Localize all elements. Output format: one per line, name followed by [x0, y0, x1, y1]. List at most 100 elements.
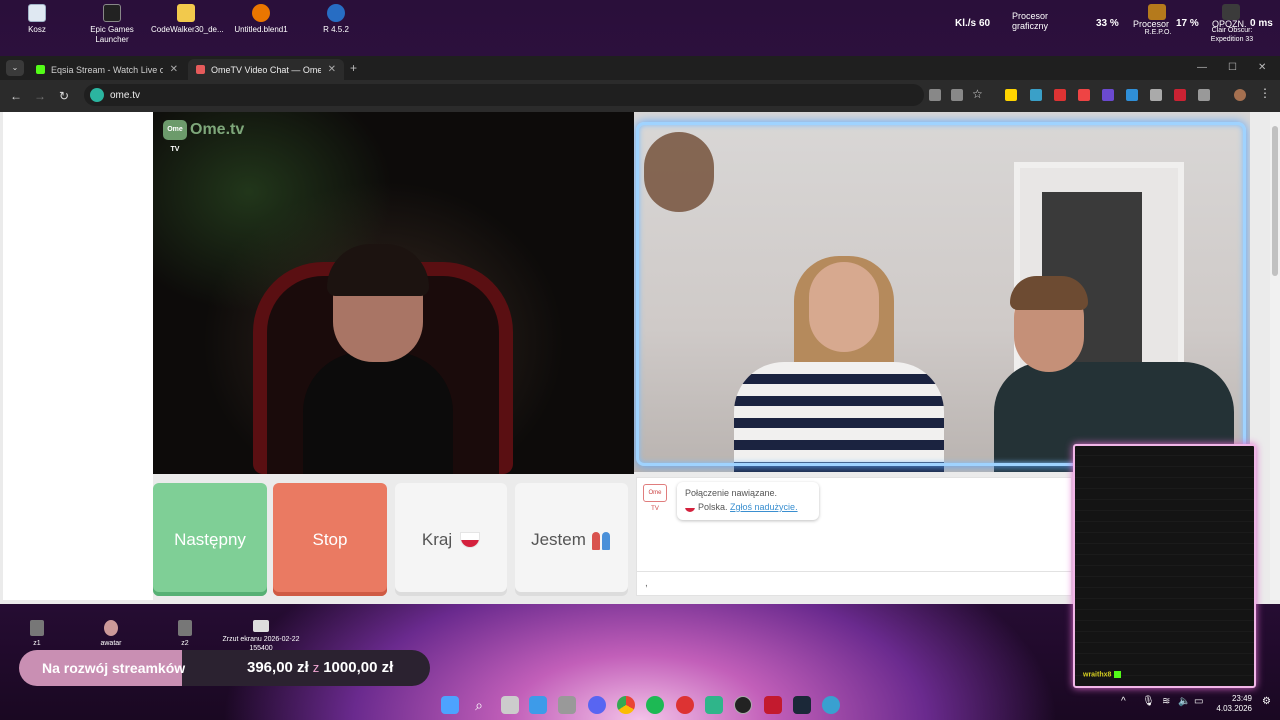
reload-icon[interactable]: ↻ [52, 89, 76, 103]
desktop-icon-epic[interactable]: Epic Games Launcher [77, 4, 147, 45]
stop-button[interactable]: Stop [273, 483, 387, 596]
local-video: Ome TV Ome.tv [153, 112, 634, 474]
extension-icon[interactable] [1005, 89, 1017, 101]
minimize-icon[interactable]: — [1197, 62, 1207, 73]
gender-label: Jestem [531, 529, 586, 549]
goal-label: Na rozwój streamków [42, 660, 186, 676]
forward-icon[interactable]: → [28, 89, 52, 103]
profile-avatar-icon[interactable] [1234, 89, 1246, 101]
menu-kebab-icon[interactable]: ⋮ [1259, 86, 1271, 100]
tray-overflow-icon[interactable]: ^ [1121, 697, 1126, 707]
scrollbar-thumb[interactable] [1272, 126, 1278, 276]
microphone-icon[interactable]: 🎙 [1142, 697, 1155, 707]
clair-obscur-label: Clair Obscur: Expedition 33 [1210, 27, 1254, 43]
new-tab-button[interactable]: + [350, 61, 357, 75]
image-icon [104, 620, 118, 636]
page-left-margin [3, 112, 153, 600]
tab-title: OmeTV Video Chat — Ome [211, 64, 321, 75]
next-button[interactable]: Następny [153, 483, 267, 596]
url-text: ome.tv [110, 89, 141, 101]
country-name: Polska. [698, 502, 728, 512]
page-scrollbar[interactable] [1270, 112, 1280, 600]
app-icon[interactable] [676, 696, 694, 714]
desktop-icon-blend[interactable]: Untitled.blend1 [226, 4, 296, 35]
streamer-figure [303, 244, 453, 474]
epic-games-icon [103, 4, 121, 22]
extension-icon[interactable] [1030, 89, 1042, 101]
clair-obscur-icon[interactable] [1222, 4, 1240, 20]
couple-icon [591, 530, 612, 550]
ometv-logo: Ome TV Ome.tv [163, 120, 245, 153]
poland-flag-icon [460, 531, 481, 548]
desktop-icon-z2[interactable]: z2 [145, 620, 225, 648]
desktop-icon-awatar[interactable]: awatar [71, 620, 151, 648]
close-tab-icon[interactable]: ✕ [328, 64, 336, 75]
gpu-label: Procesor graficzny [1012, 11, 1049, 31]
desktop-icon-label: awatar [100, 640, 122, 647]
tab-kick-stream[interactable]: Eqsia Stream - Watch Live on Ki ✕ [28, 59, 186, 80]
kick-icon [36, 65, 45, 74]
start-icon[interactable] [441, 696, 459, 714]
goal-current: 396,00 zł [247, 659, 309, 676]
desktop-icon-label: Epic Games Launcher [90, 25, 134, 44]
desktop-icon-label: Untitled.blend1 [234, 25, 288, 34]
kick-badge-icon [1114, 670, 1122, 678]
poland-flag-icon [685, 503, 695, 512]
spotify-icon[interactable] [646, 696, 664, 714]
logo-text: Ome.tv [190, 121, 245, 138]
report-abuse-link[interactable]: Zgłoś nadużycie. [730, 502, 798, 512]
streamer-torso [303, 352, 453, 474]
maximize-icon[interactable]: ☐ [1228, 62, 1237, 73]
widgets-icon[interactable] [529, 696, 547, 714]
cpu-value: 17 % [1176, 18, 1199, 29]
tab-search-button[interactable]: ⌄ [6, 60, 24, 76]
extension-icon[interactable] [1102, 89, 1114, 101]
ometv-icon [196, 65, 205, 74]
url-field[interactable]: ome.tv [84, 84, 924, 106]
app-icon[interactable] [705, 696, 723, 714]
back-icon[interactable]: ← [4, 89, 28, 103]
task-view-icon[interactable] [501, 696, 519, 714]
chat-input[interactable]: , [637, 571, 1073, 595]
translate-icon[interactable] [929, 89, 941, 101]
app-icon[interactable] [822, 696, 840, 714]
extension-icon[interactable] [1174, 89, 1186, 101]
discord-icon[interactable] [588, 696, 606, 714]
notification-icon[interactable]: ⚙ [1262, 697, 1271, 707]
blender-icon [252, 4, 270, 22]
snipping-tool-icon[interactable] [558, 696, 576, 714]
desktop-icon-label: z2 [181, 640, 189, 647]
close-window-icon[interactable]: ✕ [1258, 62, 1266, 73]
volume-icon[interactable]: 🔈 [1178, 697, 1190, 707]
battery-icon[interactable]: ▭ [1194, 697, 1203, 707]
desktop-icon-z1[interactable]: z1 [0, 620, 77, 648]
extension-icon[interactable] [1078, 89, 1090, 101]
desktop-icon-recycle-bin[interactable]: Kosz [2, 4, 72, 35]
desktop-icon-r[interactable]: R 4.5.2 [301, 4, 371, 35]
tab-ometv[interactable]: OmeTV Video Chat — Ome ✕ [188, 59, 344, 80]
file-icon [30, 620, 44, 636]
app-icon[interactable] [734, 696, 752, 714]
app-icon[interactable] [764, 696, 782, 714]
country-button[interactable]: Kraj [395, 483, 507, 596]
extension-icon[interactable] [1054, 89, 1066, 101]
wifi-icon[interactable]: ≋ [1162, 697, 1170, 707]
extensions-puzzle-icon[interactable] [1198, 89, 1210, 101]
site-info-icon[interactable] [90, 88, 104, 102]
repo-game-icon[interactable] [1148, 4, 1166, 20]
recycle-bin-icon [28, 4, 46, 22]
extension-icon[interactable] [1126, 89, 1138, 101]
bookmark-star-icon[interactable]: ☆ [972, 87, 983, 101]
cast-icon[interactable] [951, 89, 963, 101]
search-icon[interactable]: ⌕ [470, 696, 488, 714]
extension-icon[interactable] [1150, 89, 1162, 101]
next-label: Następny [174, 529, 246, 549]
gender-button[interactable]: Jestem [515, 483, 628, 596]
close-tab-icon[interactable]: ✕ [170, 64, 178, 75]
chrome-icon[interactable] [617, 696, 635, 714]
goal-separator: z [312, 660, 320, 675]
clock[interactable]: 23:49 4.03.2026 [1212, 694, 1252, 714]
desktop-icon-codewalker[interactable]: CodeWalker30_de... [151, 4, 224, 35]
desktop-icon-screenshot[interactable]: Zrzut ekranu 2026-02-22 155400 [221, 620, 301, 653]
steam-icon[interactable] [793, 696, 811, 714]
